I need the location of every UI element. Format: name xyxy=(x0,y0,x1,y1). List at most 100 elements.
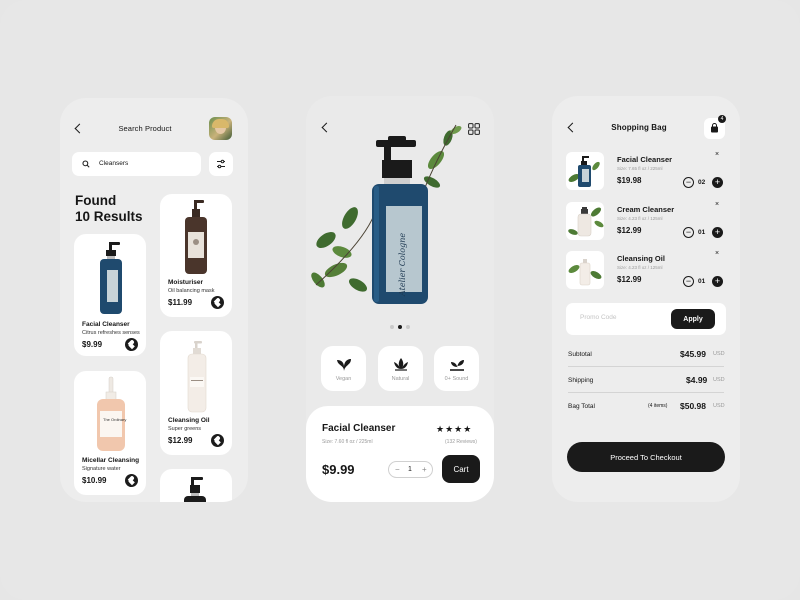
favorite-button[interactable] xyxy=(125,338,138,351)
search-bar[interactable]: Cleansers xyxy=(72,152,201,176)
product-card[interactable]: Cleansing Oil Super greens $12.99 xyxy=(160,331,232,455)
results-heading-line1: Found xyxy=(75,193,117,208)
item-thumbnail xyxy=(566,202,604,240)
divider xyxy=(568,366,724,367)
remove-item-button[interactable]: × xyxy=(715,151,719,158)
item-quantity: 01 xyxy=(698,277,706,285)
favorite-button[interactable] xyxy=(211,296,224,309)
showcase-board: Search Product Cleansers Found 10 Result… xyxy=(0,0,800,600)
feature-sound: 0+ Sound xyxy=(434,346,479,391)
product-image xyxy=(100,242,122,314)
decrement-button[interactable]: − xyxy=(683,276,694,287)
feature-label: Natural xyxy=(391,376,410,382)
bag-total-label: Bag Total xyxy=(568,403,595,410)
decrement-button[interactable]: − xyxy=(683,177,694,188)
heart-icon xyxy=(213,437,221,445)
increment-button[interactable]: + xyxy=(712,177,723,188)
rating-stars: ★★★★ xyxy=(436,424,473,434)
pager-dot[interactable] xyxy=(390,325,394,329)
product-price: $10.99 xyxy=(82,476,107,485)
item-size: Size: 7.65 fl oz / 225ml xyxy=(617,166,663,171)
decrement-button[interactable]: − xyxy=(395,465,400,474)
product-name: Micellar Cleansing xyxy=(82,457,140,464)
feature-label: 0+ Sound xyxy=(444,376,469,382)
results-heading-line2: 10 Results xyxy=(75,209,143,224)
product-size: Size: 7.60 fl oz / 225ml xyxy=(322,439,373,445)
subtotal-label: Subtotal xyxy=(568,351,592,358)
increment-button[interactable]: + xyxy=(712,276,723,287)
product-price: $9.99 xyxy=(322,462,355,477)
product-card[interactable] xyxy=(160,469,232,502)
heart-icon xyxy=(127,341,135,349)
item-price: $12.99 xyxy=(617,275,642,284)
product-image xyxy=(185,200,207,274)
detail-screen: Atelier Cologne Vegan Natural 0+ Sound F… xyxy=(306,96,494,502)
remove-item-button[interactable]: × xyxy=(715,201,719,208)
product-desc: Oil balancing mask xyxy=(168,288,215,294)
search-icon xyxy=(82,160,90,168)
product-title: Facial Cleanser xyxy=(322,423,396,434)
product-name: Moisturiser xyxy=(168,279,204,286)
bag-total-value: $50.98 xyxy=(680,401,706,411)
bag-button[interactable]: 4 xyxy=(704,115,726,139)
currency-label: USD xyxy=(713,403,725,409)
sliders-icon xyxy=(217,159,225,169)
search-input[interactable]: Cleansers xyxy=(99,160,128,167)
avatar[interactable] xyxy=(209,117,232,140)
remove-item-button[interactable]: × xyxy=(715,250,719,257)
pager-dot-active[interactable] xyxy=(398,325,402,329)
favorite-button[interactable] xyxy=(211,434,224,447)
favorite-button[interactable] xyxy=(125,474,138,487)
product-price: $12.99 xyxy=(168,436,193,445)
decrement-button[interactable]: − xyxy=(683,227,694,238)
page-title: Search Product xyxy=(118,124,172,133)
item-name: Cleansing Oil xyxy=(617,254,665,263)
promo-code-field[interactable]: Promo Code Apply xyxy=(566,303,726,335)
quantity-value: 1 xyxy=(408,465,412,473)
product-desc: Signature water xyxy=(82,466,121,472)
divider xyxy=(568,392,724,393)
product-image xyxy=(568,259,602,286)
heart-icon xyxy=(213,299,221,307)
product-card[interactable]: The Ordinary Micellar Cleansing Signatur… xyxy=(74,371,146,495)
feature-label: Vegan xyxy=(335,376,352,382)
promo-code-input[interactable]: Promo Code xyxy=(580,314,617,321)
item-size: Size: 4.23 fl oz / 125ml xyxy=(617,216,663,221)
item-quantity: 01 xyxy=(698,228,706,236)
bag-screen: Shopping Bag 4 Facial Cleanser Size: 7.6… xyxy=(552,96,740,502)
item-price: $12.99 xyxy=(617,226,642,235)
increment-button[interactable]: + xyxy=(712,227,723,238)
product-desc: Citrus refreshes senses xyxy=(82,330,140,336)
product-info-panel: Facial Cleanser ★★★★ Size: 7.60 fl oz / … xyxy=(306,406,494,502)
item-thumbnail xyxy=(566,251,604,289)
bag-item: Cream Cleanser Size: 4.23 fl oz / 125ml … xyxy=(566,201,726,242)
bag-count-badge: 4 xyxy=(718,115,726,123)
subtotal-value: $45.99 xyxy=(680,349,706,359)
item-size: Size: 4.23 fl oz / 125ml xyxy=(617,265,663,270)
product-card[interactable]: Moisturiser Oil balancing mask $11.99 xyxy=(160,194,232,317)
currency-label: USD xyxy=(713,377,725,383)
filter-button[interactable] xyxy=(209,152,233,176)
lotus-icon xyxy=(393,358,408,371)
product-image xyxy=(187,341,207,413)
bag-total-items: (4 items) xyxy=(648,403,668,409)
page-title: Shopping Bag xyxy=(611,123,667,132)
bag-item: Cleansing Oil Size: 4.23 fl oz / 125ml $… xyxy=(566,250,726,291)
checkout-button[interactable]: Proceed To Checkout xyxy=(567,442,725,472)
add-to-cart-button[interactable]: Cart xyxy=(442,455,480,483)
results-heading: Found 10 Results xyxy=(75,193,143,225)
product-price: $11.99 xyxy=(168,298,193,307)
product-name: Facial Cleanser xyxy=(82,321,130,328)
apply-button[interactable]: Apply xyxy=(671,309,715,329)
search-screen: Search Product Cleansers Found 10 Result… xyxy=(60,98,248,502)
product-card[interactable]: Facial Cleanser Citrus refreshes senses … xyxy=(74,234,146,356)
pager-dot[interactable] xyxy=(406,325,410,329)
item-price: $19.98 xyxy=(617,176,642,185)
bag-item: Facial Cleanser Size: 7.65 fl oz / 225ml… xyxy=(566,151,726,192)
increment-button[interactable]: + xyxy=(422,465,427,474)
bottle-brand: Atelier Cologne xyxy=(398,232,407,296)
product-image xyxy=(568,207,604,237)
feature-vegan: Vegan xyxy=(321,346,366,391)
quantity-stepper[interactable]: − 1 + xyxy=(388,461,433,478)
currency-label: USD xyxy=(713,351,725,357)
